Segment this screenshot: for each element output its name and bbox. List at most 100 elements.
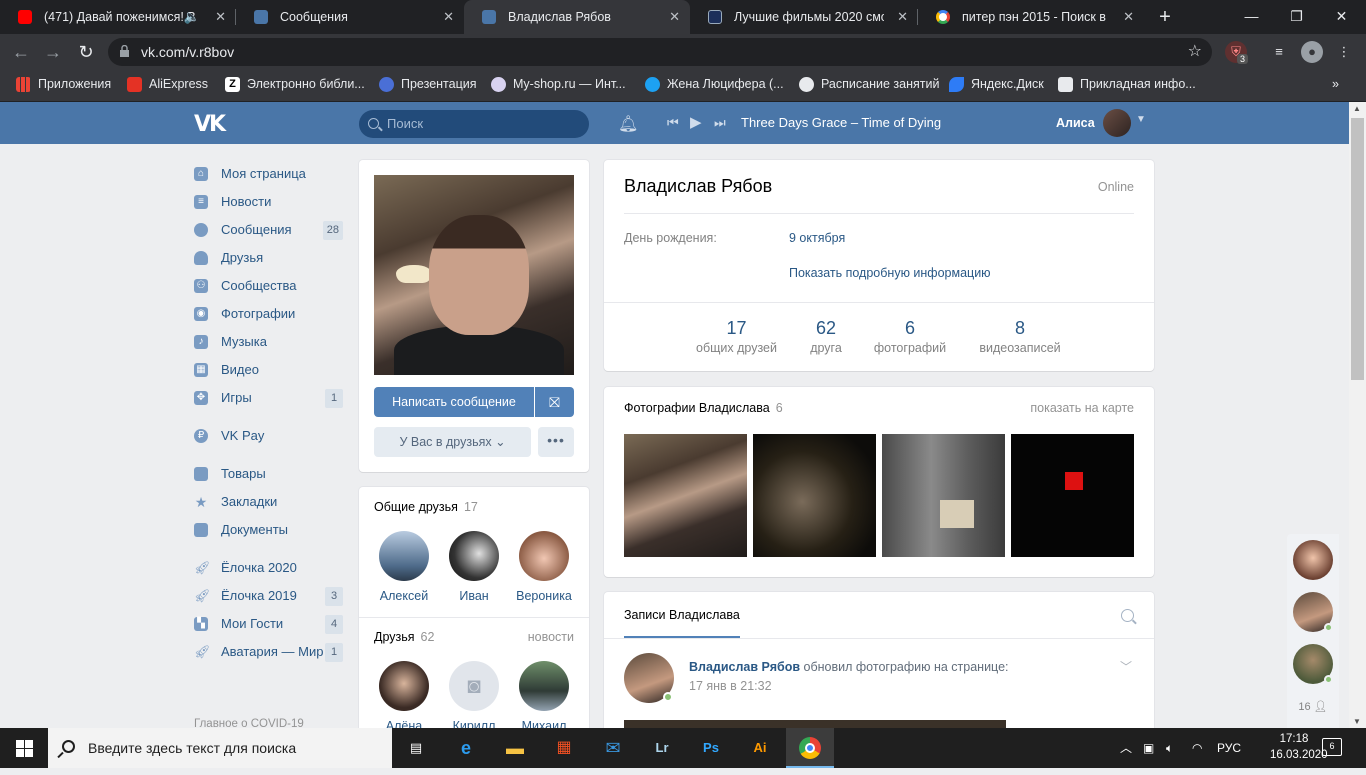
send-message-button[interactable]: Написать сообщение [374,387,534,417]
close-icon[interactable]: ✕ [215,0,226,34]
show-hidden-icons-icon[interactable]: ︿ [1120,728,1132,768]
photo-thumbnail[interactable] [753,434,876,557]
bookmark-myshop[interactable]: My-shop.ru — Инт... [491,70,626,100]
user-avatar[interactable] [1103,109,1131,137]
tab-profile-active[interactable]: Владислав Рябов ✕ [464,0,690,34]
menu-item-friends[interactable]: Друзья [190,244,350,272]
close-icon[interactable]: ✕ [897,0,908,34]
photo-thumbnail[interactable] [1011,434,1134,557]
menu-item-video[interactable]: ▦ Видео [190,356,350,384]
wifi-icon[interactable]: ◠ [1192,728,1202,768]
scroll-up-icon[interactable]: ▲ [1353,104,1361,113]
menu-item-avataria[interactable]: 🚀︎ Аватария — Мир 1 [190,638,350,666]
lightroom-icon[interactable]: Lr [638,728,686,768]
task-view-icon[interactable]: ▤ [392,728,440,768]
scroll-down-icon[interactable]: ▼ [1353,717,1361,726]
menu-item-messages[interactable]: Сообщения 28 [190,216,350,244]
tab-youtube[interactable]: (471) Давай поженимся! В 🔈 ✕ [0,0,236,34]
menu-item-vk-pay[interactable]: ₽ VK Pay [190,422,350,450]
menu-item-music[interactable]: ♪ Музыка [190,328,350,356]
file-explorer-icon[interactable]: ▬ [491,728,539,768]
bell-icon[interactable]: 🔔︎ [618,114,638,134]
edge-icon[interactable]: e [442,728,490,768]
vk-logo[interactable]: VK [194,112,228,137]
friend-tile[interactable]: Михаил [509,661,579,733]
friends-header[interactable]: Друзья 62 [374,627,434,647]
bookmarks-more[interactable]: » [1332,70,1339,100]
tab-wall-posts[interactable]: Записи Владислава [624,592,740,638]
photos-header[interactable]: Фотографии Владислава 6 [624,401,783,415]
photo-thumbnail[interactable] [624,434,747,557]
close-icon[interactable]: ✕ [669,0,680,34]
mute-icon[interactable]: 🔈 [184,0,200,34]
next-track-icon[interactable]: ⏭︎ [714,112,726,134]
menu-item-documents[interactable]: Документы [190,516,350,544]
menu-item-elochka-2019[interactable]: 🚀︎ Ёлочка 2019 3 [190,582,350,610]
bookmark-presentation[interactable]: Презентация [379,70,477,100]
restore-button[interactable]: ❐ [1274,0,1319,34]
menu-item-bookmarks[interactable]: ★ Закладки [190,488,350,516]
address-bar[interactable]: vk.com/v.r8bov ☆ [108,38,1212,66]
friend-tile[interactable]: Алексей [369,531,439,603]
clock[interactable]: 17:18 16.03.2020 [1270,731,1328,763]
chrome-icon[interactable] [786,728,834,768]
profile-icon[interactable]: ● [1301,41,1323,63]
chevron-down-icon[interactable]: ﹀ [1120,658,1132,675]
more-actions-button[interactable]: ••• [538,427,574,457]
bookmark-library[interactable]: Z Электронно библи... [225,70,365,100]
bookmark-schedule[interactable]: Расписание занятий [799,70,939,100]
bookmark-aliexpress[interactable]: AliExpress [127,70,208,100]
post-author-avatar[interactable] [624,653,674,703]
bookmark-star-icon[interactable]: ☆ [1188,38,1202,66]
vk-search-input[interactable]: Поиск [359,110,589,138]
show-on-map-link[interactable]: показать на карте [1030,401,1134,415]
user-name[interactable]: Алиса [1056,112,1095,134]
menu-item-communities[interactable]: ⚇ Сообщества [190,272,350,300]
photoshop-icon[interactable]: Ps [687,728,735,768]
language-indicator[interactable]: РУС [1217,728,1241,768]
network-device-icon[interactable]: ▣ [1143,728,1154,768]
bookmark-yandex-disk[interactable]: Яндекс.Диск [949,70,1044,100]
windows-start-button[interactable] [0,728,48,768]
menu-item-my-page[interactable]: ⌂ Моя страница [190,160,350,188]
close-window-button[interactable]: ✕ [1319,0,1364,34]
reload-button[interactable]: ↻ [73,39,99,65]
stat-videos[interactable]: 8 видеозаписей [976,318,1064,355]
friend-status-button[interactable]: У Вас в друзьях ⌄ [374,427,531,457]
profile-photo[interactable] [374,175,574,375]
stat-friends[interactable]: 62 друга [804,318,848,355]
forward-button[interactable]: → [40,39,66,65]
scrollbar-thumb[interactable] [1351,118,1364,380]
post-author-link[interactable]: Владислав Рябов [689,660,800,674]
bookmark-lucifer[interactable]: Жена Люцифера (... [645,70,784,100]
friend-tile[interactable]: ◙ Кирилл [439,661,509,733]
illustrator-icon[interactable]: Ai [736,728,784,768]
photo-thumbnail[interactable] [882,434,1005,557]
search-icon[interactable] [1121,609,1134,622]
chat-avatar[interactable] [1293,592,1333,632]
gift-button[interactable]: ⛝ [535,387,574,417]
volume-icon[interactable]: 🔈︎ [1166,728,1173,768]
menu-item-games[interactable]: ✥ Игры 1 [190,384,350,412]
page-scrollbar[interactable]: ▲ ▼ [1349,102,1366,728]
friend-tile[interactable]: Иван [439,531,509,603]
media-control-icon[interactable]: ≡ [1268,41,1290,63]
mail-icon[interactable]: ✉ [589,728,637,768]
bookmark-applied-info[interactable]: Прикладная инфо... [1058,70,1196,100]
new-tab-button[interactable]: + [1152,4,1178,30]
bookmark-apps[interactable]: Приложения [16,70,111,100]
stat-photos[interactable]: 6 фотографий [870,318,950,355]
stat-common-friends[interactable]: 17 общих друзей [694,318,779,355]
menu-item-news[interactable]: ≡ Новости [190,188,350,216]
tab-films[interactable]: Лучшие фильмы 2020 смотре ✕ [690,0,918,34]
taskbar-search-input[interactable]: Введите здесь текст для поиска [48,728,392,768]
menu-item-my-guests[interactable]: ▚ Мои Гости 4 [190,610,350,638]
menu-item-goods[interactable]: Товары [190,460,350,488]
player-track-title[interactable]: Three Days Grace – Time of Dying [741,112,941,134]
chevron-down-icon[interactable]: ▼ [1136,114,1146,125]
browser-menu-icon[interactable]: ⋮ [1333,41,1355,63]
chat-avatar[interactable] [1293,540,1333,580]
friend-tile[interactable]: Алёна [369,661,439,733]
chat-avatar[interactable] [1293,644,1333,684]
friend-tile[interactable]: Вероника [509,531,579,603]
